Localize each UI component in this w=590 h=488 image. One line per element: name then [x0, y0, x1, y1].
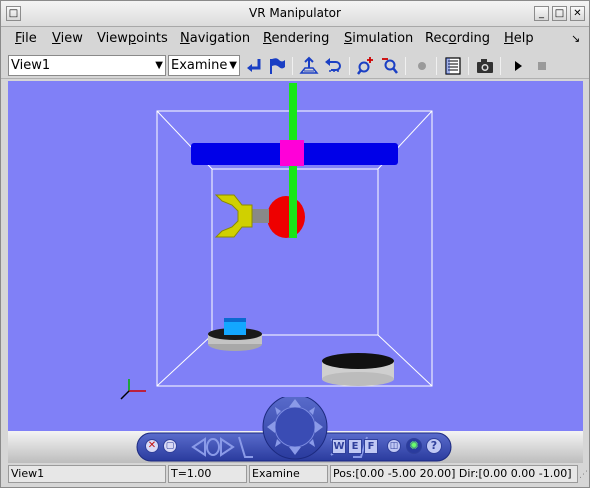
toolbar-separator — [436, 57, 437, 75]
wrist-sphere — [267, 196, 305, 238]
faces-mode-button[interactable]: F — [364, 439, 378, 454]
menu-viewpoints[interactable]: Viewpoints — [97, 31, 168, 46]
fit-view-icon[interactable]: ◫ — [387, 439, 401, 453]
edges-mode-button[interactable]: E — [348, 439, 362, 454]
menu-rendering[interactable]: Rendering — [263, 31, 329, 46]
record-icon[interactable] — [412, 56, 432, 76]
straighten-up-icon[interactable] — [299, 56, 319, 76]
navigation-mode-value: Examine — [171, 58, 228, 73]
navigation-panel — [136, 397, 452, 462]
minimize-button[interactable]: _ — [534, 6, 549, 21]
navigation-mode-select[interactable]: Examine ▼ — [168, 55, 240, 76]
toolbar-separator — [349, 57, 350, 75]
status-bar: View1 T=1.00 Examine Pos:[0.00 -5.00 20.… — [1, 464, 589, 486]
menu-view[interactable]: View — [52, 31, 83, 46]
help-icon[interactable]: ? — [426, 438, 442, 454]
close-panel-icon[interactable]: ✕ — [145, 439, 159, 453]
3d-viewport[interactable]: ✕ ▢ W E F ◫ ✺ ? — [8, 81, 583, 463]
restore-panel-icon[interactable]: ▢ — [163, 439, 177, 453]
zoom-in-icon[interactable] — [356, 56, 376, 76]
menu-overflow-icon[interactable]: ↘ — [571, 32, 580, 45]
maximize-button[interactable]: □ — [552, 6, 567, 21]
viewpoint-select-value: View1 — [11, 58, 51, 73]
menu-navigation[interactable]: Navigation — [180, 31, 250, 46]
close-button[interactable]: ✕ — [570, 6, 585, 21]
chevron-down-icon: ▼ — [155, 60, 163, 71]
vertical-axis-rod-lower — [289, 181, 297, 238]
properties-icon[interactable] — [443, 56, 463, 76]
viewpoint-select[interactable]: View1 ▼ — [8, 55, 166, 76]
menu-recording[interactable]: Recording — [425, 31, 490, 46]
headlight-icon[interactable]: ✺ — [406, 438, 422, 454]
screenshot-icon[interactable] — [475, 56, 495, 76]
carriage-block — [280, 140, 304, 166]
menu-file[interactable]: File — [15, 31, 37, 46]
title-bar: □ VR Manipulator _ □ ✕ — [1, 1, 589, 27]
toolbar-separator — [500, 57, 501, 75]
play-icon[interactable] — [508, 56, 528, 76]
go-to-viewpoint-icon[interactable] — [244, 56, 264, 76]
gripper-claw — [214, 194, 253, 238]
create-viewpoint-icon[interactable] — [267, 56, 287, 76]
toolbar-separator — [292, 57, 293, 75]
menu-help[interactable]: Help — [504, 31, 534, 46]
toolbar-separator — [468, 57, 469, 75]
status-viewpoint: View1 — [8, 465, 166, 483]
menu-simulation[interactable]: Simulation — [344, 31, 413, 46]
status-time: T=1.00 — [168, 465, 247, 483]
zoom-out-icon[interactable] — [380, 56, 400, 76]
target-bowl-top — [322, 353, 394, 369]
status-nav-mode: Examine — [249, 465, 328, 483]
menu-bar: File View Viewpoints Navigation Renderin… — [1, 28, 589, 51]
vr-manipulator-window: □ VR Manipulator _ □ ✕ File View Viewpoi… — [0, 0, 590, 488]
axis-gizmo-icon — [120, 379, 146, 400]
status-position: Pos:[0.00 -5.00 20.00] Dir:[0.00 0.00 -1… — [330, 465, 578, 483]
chevron-down-icon: ▼ — [229, 60, 237, 71]
stop-icon[interactable] — [532, 56, 552, 76]
resize-grip-icon[interactable]: ⋰ — [579, 470, 588, 480]
gripper-arm — [251, 209, 269, 223]
undo-move-icon[interactable] — [323, 56, 343, 76]
wireframe-mode-button[interactable]: W — [332, 439, 346, 454]
toolbar-separator — [405, 57, 406, 75]
toolbar: View1 ▼ Examine ▼ — [1, 52, 589, 79]
window-title: VR Manipulator — [249, 6, 341, 20]
